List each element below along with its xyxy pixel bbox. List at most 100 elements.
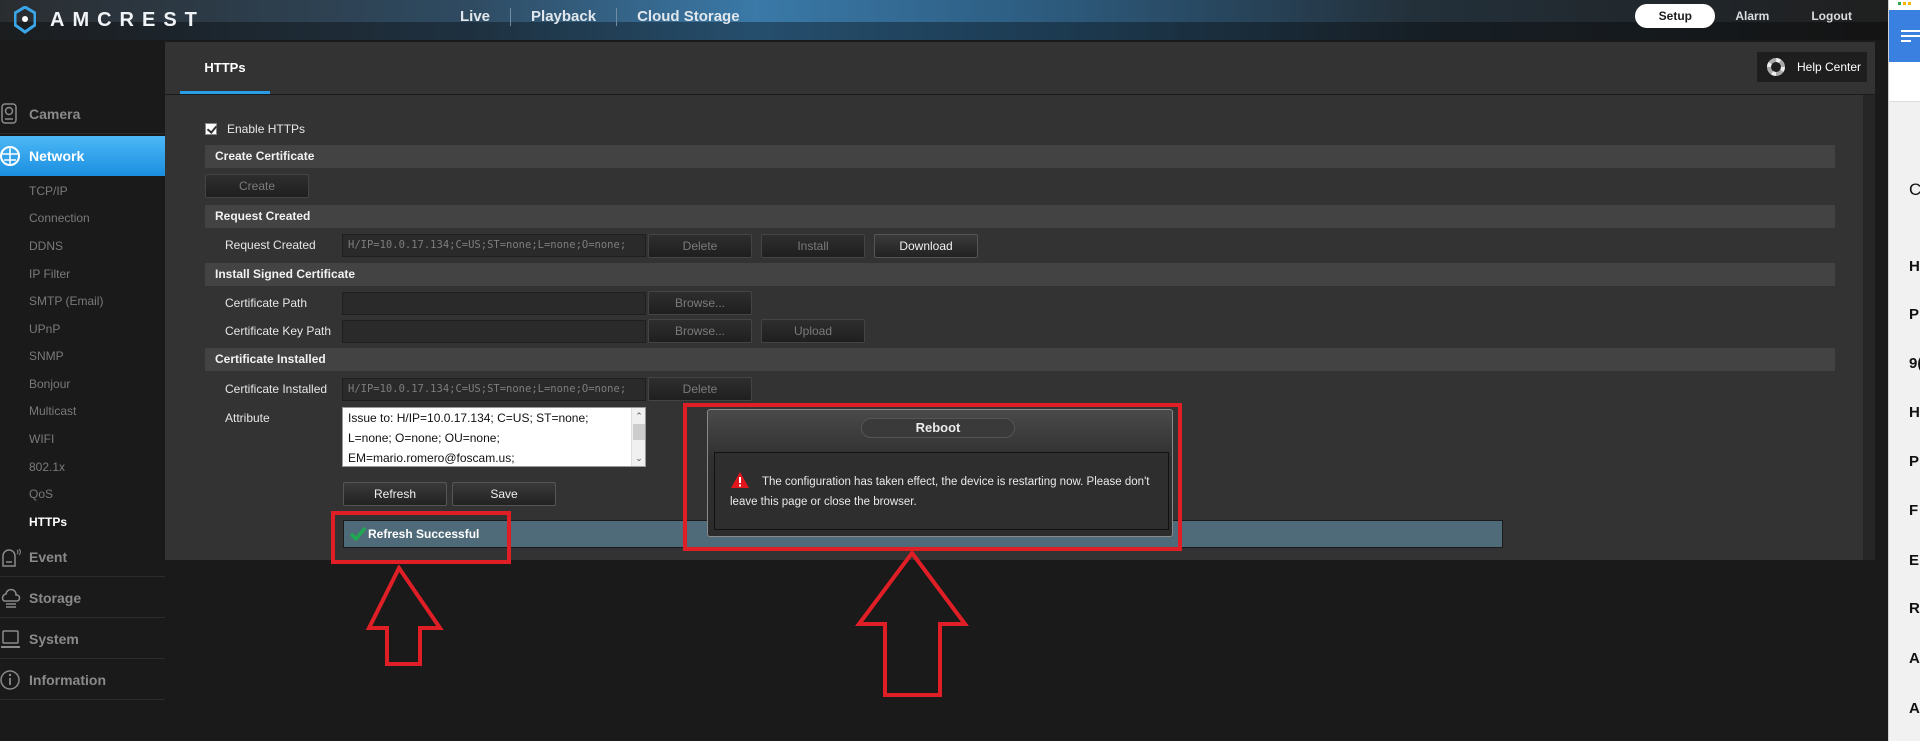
help-center-button[interactable]: Help Center [1757, 52, 1867, 82]
section-certificate-installed: Certificate Installed [205, 348, 1835, 371]
annotation-arrow-up-right [855, 550, 969, 697]
panel-text: P [1909, 453, 1920, 470]
nav-playback[interactable]: Playback [511, 8, 618, 26]
menu-lines-icon[interactable] [1901, 30, 1920, 45]
annotation-arrow-up-left [365, 565, 444, 666]
certificate-path-field[interactable] [342, 292, 646, 315]
sidebar-label: Information [29, 671, 106, 688]
panel-text: A [1909, 700, 1920, 717]
request-created-field[interactable]: H/IP=10.0.17.134;C=US;ST=none;L=none;O=n… [342, 234, 646, 257]
enable-https-checkbox[interactable] [205, 123, 217, 135]
nav-live[interactable]: Live [440, 8, 512, 26]
top-right-menu: Setup Alarm Logout [1635, 4, 1852, 28]
sidebar: Camera Network TCP/IP Connection DDNS IP… [0, 40, 175, 741]
sidebar-storage[interactable]: Storage [0, 578, 165, 618]
sidebar-item-qos[interactable]: QoS [29, 487, 53, 501]
laptop-icon [1, 629, 20, 648]
amcrest-logo[interactable]: AMCREST [14, 5, 205, 35]
top-header: AMCREST Live Playback Cloud Storage Setu… [0, 0, 1888, 40]
screen: AMCREST Live Playback Cloud Storage Setu… [0, 0, 1920, 741]
dialog-message: The configuration has taken effect, the … [730, 476, 1150, 508]
sidebar-item-multicast[interactable]: Multicast [29, 404, 76, 418]
certificate-key-path-label: Certificate Key Path [225, 324, 332, 338]
sidebar-network[interactable]: Network [0, 136, 175, 176]
amcrest-logo-icon [14, 6, 36, 34]
sidebar-camera[interactable]: Camera [0, 94, 165, 134]
browse-key-button[interactable]: Browse... [648, 319, 752, 343]
install-button[interactable]: Install [761, 234, 865, 258]
enable-https-row: Enable HTTPs [205, 122, 305, 136]
section-create-certificate: Create Certificate [205, 145, 1835, 168]
attribute-line: L=none; O=none; OU=none; [348, 431, 500, 445]
tab-bar: HTTPs Help Center [165, 42, 1875, 95]
certificate-key-path-field[interactable] [342, 320, 646, 343]
certificate-path-label: Certificate Path [225, 296, 308, 310]
section-request-created: Request Created [205, 205, 1835, 228]
sidebar-item-snmp[interactable]: SNMP [29, 349, 64, 363]
sidebar-label: Network [29, 148, 85, 164]
panel-text: F [1909, 502, 1919, 519]
textarea-scrollbar[interactable]: ⌃ ⌄ [631, 408, 645, 466]
alarm-link[interactable]: Alarm [1735, 9, 1769, 23]
scroll-up-icon[interactable]: ⌃ [632, 409, 645, 423]
info-icon [0, 669, 20, 690]
sidebar-label: Event [29, 548, 68, 565]
sidebar-label: Storage [29, 589, 82, 606]
sidebar-system[interactable]: System [0, 619, 165, 659]
scroll-thumb[interactable] [633, 424, 645, 440]
panel-text: H [1909, 404, 1920, 421]
sidebar-item-ip-filter[interactable]: IP Filter [29, 267, 70, 281]
attribute-line: EM=mario.romero@foscam.us; [348, 451, 515, 465]
refresh-button[interactable]: Refresh [343, 482, 447, 506]
sidebar-information[interactable]: Information [0, 660, 165, 700]
scroll-down-icon[interactable]: ⌄ [632, 451, 645, 465]
certificate-installed-field[interactable]: H/IP=10.0.17.134;C=US;ST=none;L=none;O=n… [342, 378, 646, 401]
tab-https[interactable]: HTTPs [180, 42, 270, 94]
scrollbar-track[interactable] [1863, 95, 1875, 560]
upload-button[interactable]: Upload [761, 319, 865, 343]
create-button[interactable]: Create [205, 174, 309, 198]
sidebar-item-wifi[interactable]: WIFI [29, 432, 54, 446]
delete-request-button[interactable]: Delete [648, 234, 752, 258]
alarm-bell-icon [2, 548, 21, 567]
status-message: Refresh Successful [368, 527, 480, 541]
sidebar-item-tcpip[interactable]: TCP/IP [29, 184, 68, 198]
panel-text: R [1909, 600, 1920, 617]
main-nav: Live Playback Cloud Storage [440, 0, 760, 34]
enable-https-label: Enable HTTPs [227, 122, 306, 136]
sidebar-item-8021x[interactable]: 802.1x [29, 460, 65, 474]
certificate-installed-label: Certificate Installed [225, 382, 328, 396]
checkmark-icon [350, 527, 366, 541]
sidebar-item-smtp[interactable]: SMTP (Email) [29, 294, 103, 308]
sidebar-item-connection[interactable]: Connection [29, 211, 90, 225]
brand-name: AMCREST [50, 8, 205, 31]
download-button[interactable]: Download [874, 234, 978, 258]
sidebar-item-upnp[interactable]: UPnP [29, 322, 60, 336]
browse-certificate-button[interactable]: Browse... [648, 291, 752, 315]
setup-button[interactable]: Setup [1635, 4, 1716, 28]
attribute-line: Issue to: H/IP=10.0.17.134; C=US; ST=non… [348, 411, 589, 425]
sidebar-label: System [29, 630, 79, 647]
help-center-label: Help Center [1797, 60, 1862, 74]
panel-toolbar [1889, 10, 1920, 62]
sidebar-item-ddns[interactable]: DDNS [29, 239, 63, 253]
logout-link[interactable]: Logout [1811, 9, 1852, 23]
side-browser-panel: C H P 9( H P F E R A A [1888, 0, 1920, 741]
dialog-title: Reboot [861, 418, 1015, 438]
nav-cloud-storage[interactable]: Cloud Storage [617, 8, 760, 26]
dialog-body: The configuration has taken effect, the … [714, 452, 1169, 530]
panel-text: P [1909, 306, 1920, 323]
section-install-signed-certificate: Install Signed Certificate [205, 263, 1835, 286]
request-created-label: Request Created [225, 238, 316, 252]
delete-installed-button[interactable]: Delete [648, 377, 752, 401]
save-button[interactable]: Save [452, 482, 556, 506]
sidebar-item-bonjour[interactable]: Bonjour [29, 377, 70, 391]
attribute-textarea[interactable]: Issue to: H/IP=10.0.17.134; C=US; ST=non… [342, 407, 646, 467]
color-dots-icon [1898, 2, 1911, 5]
sidebar-event[interactable]: Event [0, 537, 165, 577]
reboot-dialog: Reboot The configuration has taken effec… [707, 409, 1173, 537]
attribute-label: Attribute [225, 411, 270, 425]
panel-text: H [1909, 258, 1920, 275]
sidebar-item-https[interactable]: HTTPs [29, 515, 67, 529]
warning-icon [731, 472, 749, 488]
